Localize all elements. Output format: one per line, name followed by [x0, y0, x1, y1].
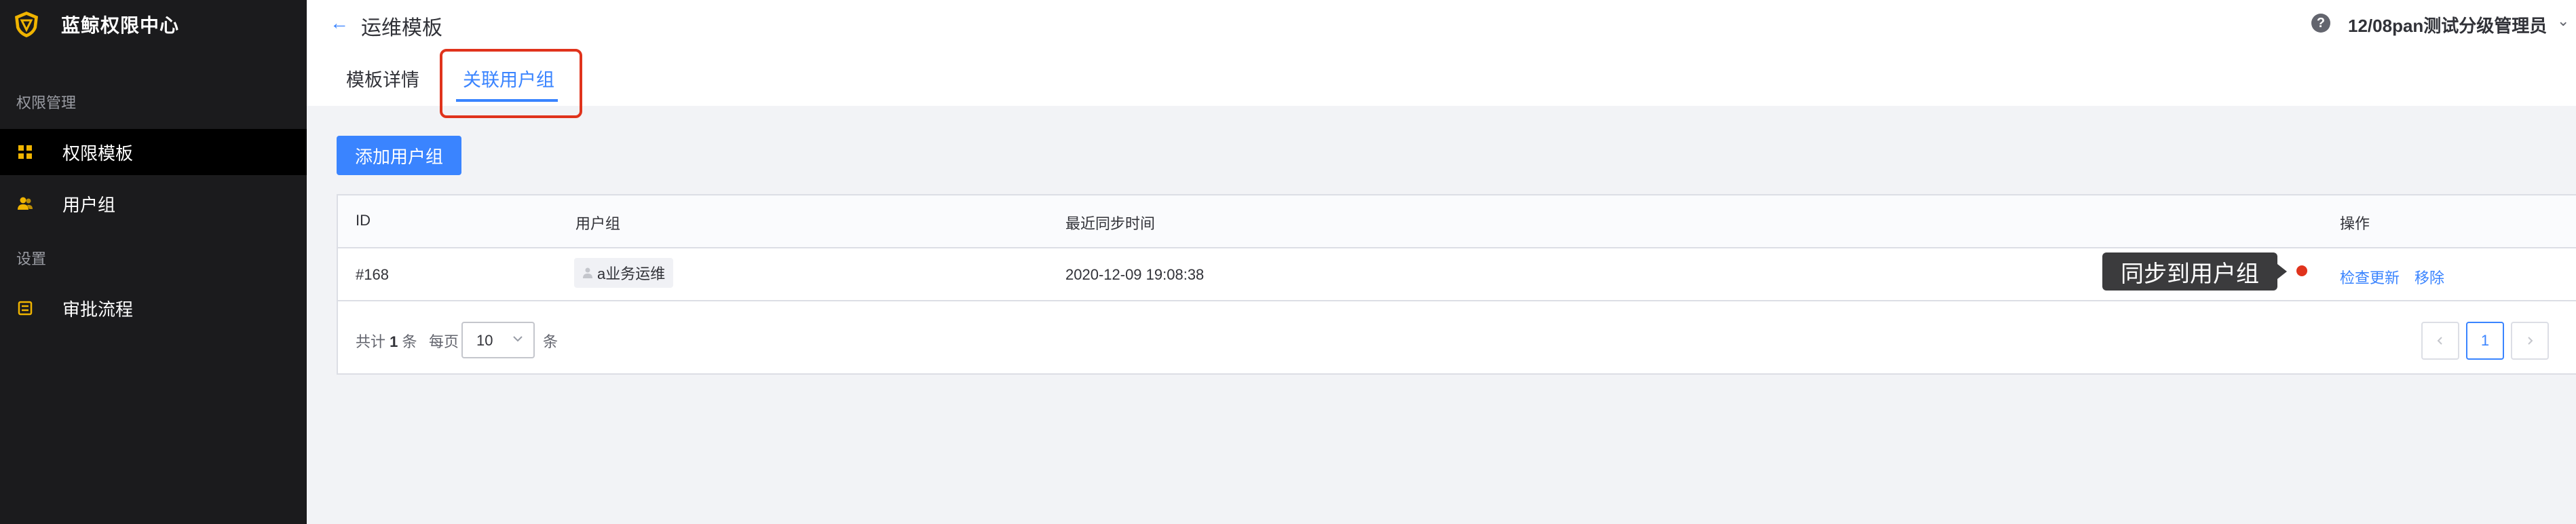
table-row: #168 a业务运维 2020-12-09 19:08:38 同步到用户组 检查… [338, 248, 2576, 301]
row-id: #168 [356, 266, 389, 283]
sidebar-item-label: 用户组 [62, 194, 116, 215]
column-header-id: ID [356, 212, 371, 229]
user-icon [583, 267, 592, 278]
table-header: ID 用户组 最近同步时间 操作 [338, 195, 2576, 248]
check-update-link[interactable]: 检查更新 [2340, 266, 2400, 288]
total-value: 1 [390, 333, 398, 350]
page-button-current[interactable]: 1 [2466, 322, 2504, 360]
sidebar: 蓝鲸权限中心 权限管理 权限模板 用户组 设置 审批流程 [0, 0, 307, 524]
sidebar-item-permission-template[interactable]: 权限模板 [0, 129, 307, 175]
back-arrow-icon[interactable]: ← [330, 12, 349, 34]
tab-highlight-annotation [440, 49, 582, 118]
user-group-icon [16, 195, 34, 212]
per-page-suffix: 条 [543, 333, 558, 350]
section-label-settings: 设置 [16, 250, 47, 267]
help-icon[interactable]: ? [2311, 14, 2330, 33]
column-header-actions: 操作 [2340, 215, 2370, 232]
app-logo-icon [15, 12, 38, 37]
sidebar-item-approval-flow[interactable]: 审批流程 [0, 285, 307, 331]
next-page-button[interactable] [2511, 322, 2549, 360]
page-size-value: 10 [476, 332, 493, 349]
sidebar-item-user-group[interactable]: 用户组 [0, 181, 307, 227]
total-suffix: 条 [402, 333, 417, 350]
page-title: 运维模板 [361, 17, 442, 39]
column-header-last-sync: 最近同步时间 [1065, 215, 1156, 232]
tab-template-detail[interactable]: 模板详情 [346, 65, 419, 92]
update-available-dot [2296, 265, 2307, 276]
prev-page-button[interactable] [2421, 322, 2459, 360]
remove-link[interactable]: 移除 [2414, 266, 2444, 288]
chevron-down-icon [513, 336, 523, 342]
page-header: ← 运维模板 ? 12/08pan测试分级管理员 ⌄ 模板详情 关联用户组 [307, 0, 2576, 118]
approval-flow-icon [16, 299, 34, 317]
sync-tooltip: 同步到用户组 [2102, 252, 2287, 291]
total-count: 共计 1 条 [356, 330, 417, 352]
column-header-user-group: 用户组 [575, 215, 621, 232]
user-group-name: a业务运维 [597, 265, 666, 282]
chevron-right-icon [2528, 337, 2533, 345]
page-size-select[interactable]: 10 [461, 322, 535, 358]
pagination: 共计 1 条 每页 10 条 1 [338, 301, 2576, 375]
add-user-group-button[interactable]: 添加用户组 [337, 136, 461, 175]
chevron-down-icon[interactable]: ⌄ [2557, 12, 2569, 30]
chevron-left-icon [2437, 337, 2442, 345]
row-last-sync-time: 2020-12-09 19:08:38 [1065, 266, 1205, 283]
template-grid-icon [16, 143, 34, 161]
app-title: 蓝鲸权限中心 [61, 15, 180, 36]
user-menu[interactable]: 12/08pan测试分级管理员 [2348, 12, 2547, 37]
total-prefix: 共计 [356, 333, 386, 350]
per-page-label: 每页 [429, 333, 459, 350]
sidebar-item-label: 权限模板 [62, 143, 134, 164]
logo-row: 蓝鲸权限中心 [12, 8, 179, 41]
sidebar-item-label: 审批流程 [62, 299, 134, 320]
user-group-tag: a业务运维 [574, 258, 674, 288]
user-group-table: ID 用户组 最近同步时间 操作 #168 a业务运维 2020-12-09 1… [337, 194, 2576, 375]
section-label-permission: 权限管理 [16, 94, 77, 111]
